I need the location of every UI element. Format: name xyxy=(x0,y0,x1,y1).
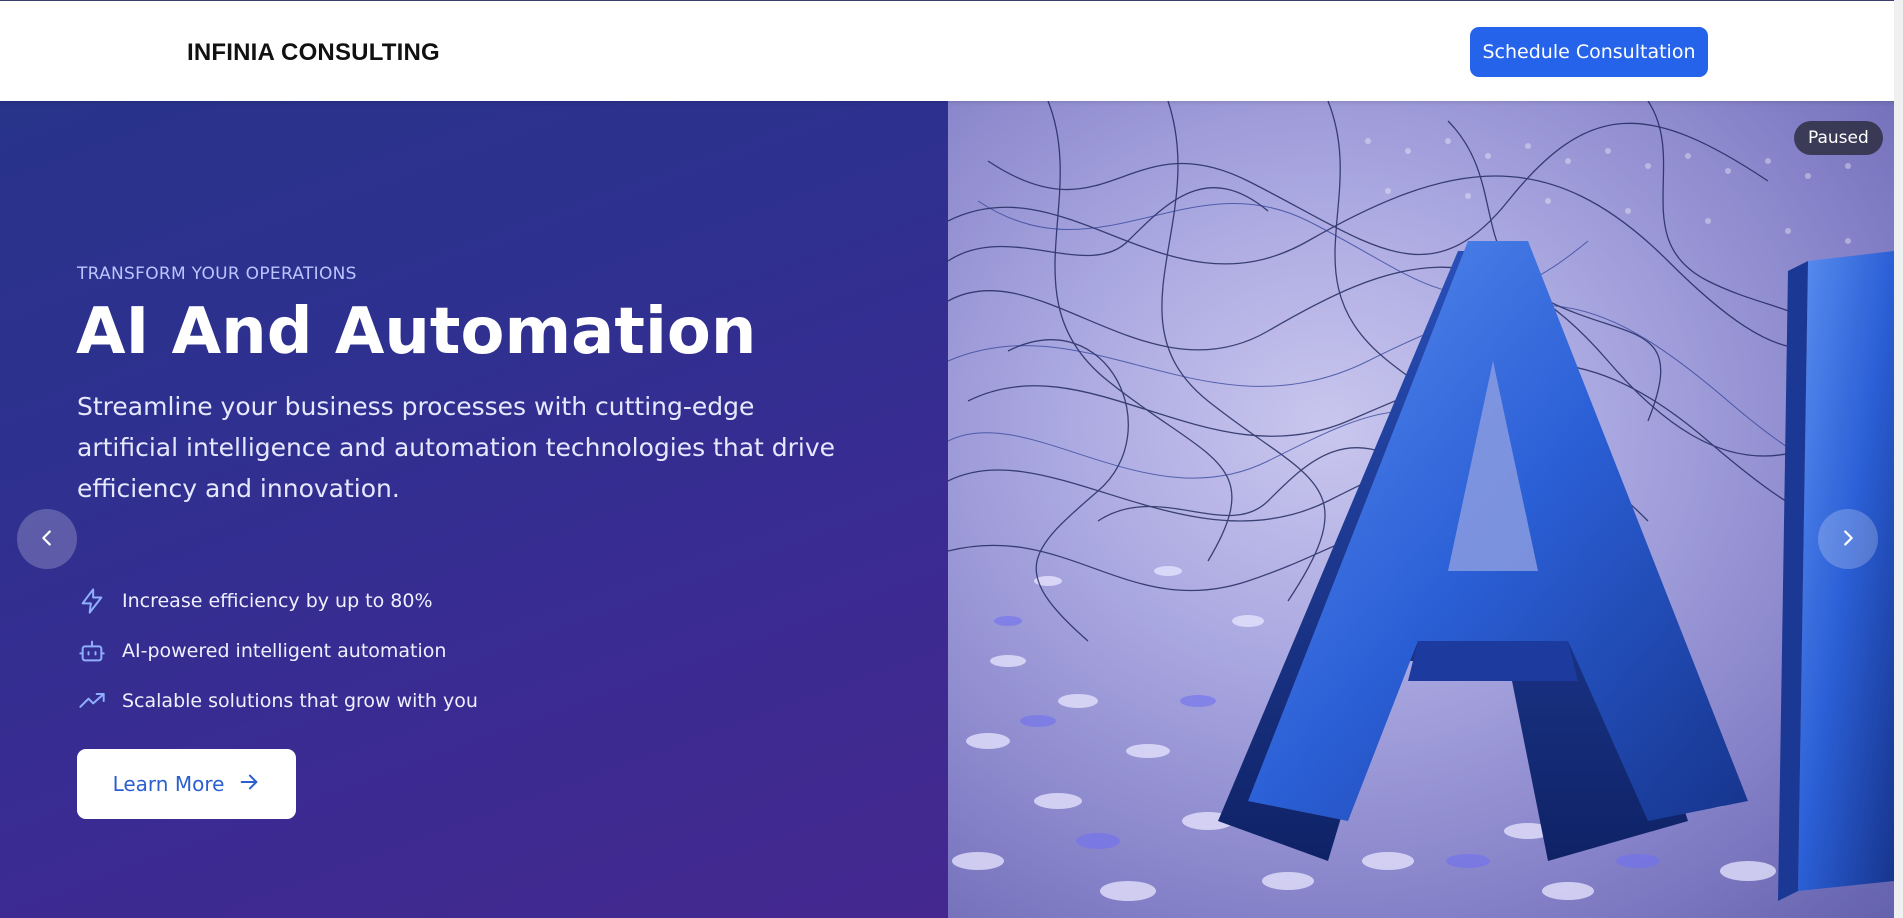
schedule-consultation-button[interactable]: Schedule Consultation xyxy=(1470,27,1708,77)
hero-description: Streamline your business processes with … xyxy=(77,392,836,503)
brand-logo[interactable]: INFINIA CONSULTING xyxy=(187,39,440,67)
lightning-icon xyxy=(77,586,107,616)
feature-item-automation: AI-powered intelligent automation xyxy=(77,626,478,676)
learn-more-button[interactable]: Learn More xyxy=(77,749,296,819)
site-header: INFINIA CONSULTING Schedule Consultation xyxy=(0,0,1903,101)
feature-list: Increase efficiency by up to 80% AI-powe… xyxy=(77,576,478,726)
hero-image-ai-sculpture xyxy=(948,101,1894,918)
hero-carousel: TRANSFORM YOUR OPERATIONS AI And Automat… xyxy=(0,101,1894,918)
feature-text: Increase efficiency by up to 80% xyxy=(122,590,433,612)
feature-item-efficiency: Increase efficiency by up to 80% xyxy=(77,576,478,626)
feature-text: Scalable solutions that grow with you xyxy=(122,690,478,712)
arrow-right-icon xyxy=(238,771,260,798)
next-slide-button[interactable] xyxy=(1818,509,1878,569)
chevron-right-icon xyxy=(1837,527,1859,552)
chevron-left-icon xyxy=(36,527,58,552)
feature-item-scalable: Scalable solutions that grow with you xyxy=(77,676,478,726)
previous-slide-button[interactable] xyxy=(17,509,77,569)
hero-title: AI And Automation xyxy=(76,295,757,369)
hero-text-panel: TRANSFORM YOUR OPERATIONS AI And Automat… xyxy=(0,101,948,918)
robot-icon xyxy=(77,636,107,666)
hero-eyebrow: TRANSFORM YOUR OPERATIONS xyxy=(77,264,357,284)
slideshow-status-badge[interactable]: Paused xyxy=(1794,121,1883,155)
trending-up-icon xyxy=(77,686,107,716)
learn-more-label: Learn More xyxy=(112,772,225,796)
feature-text: AI-powered intelligent automation xyxy=(122,640,447,662)
page-scrollbar[interactable] xyxy=(1894,0,1903,918)
